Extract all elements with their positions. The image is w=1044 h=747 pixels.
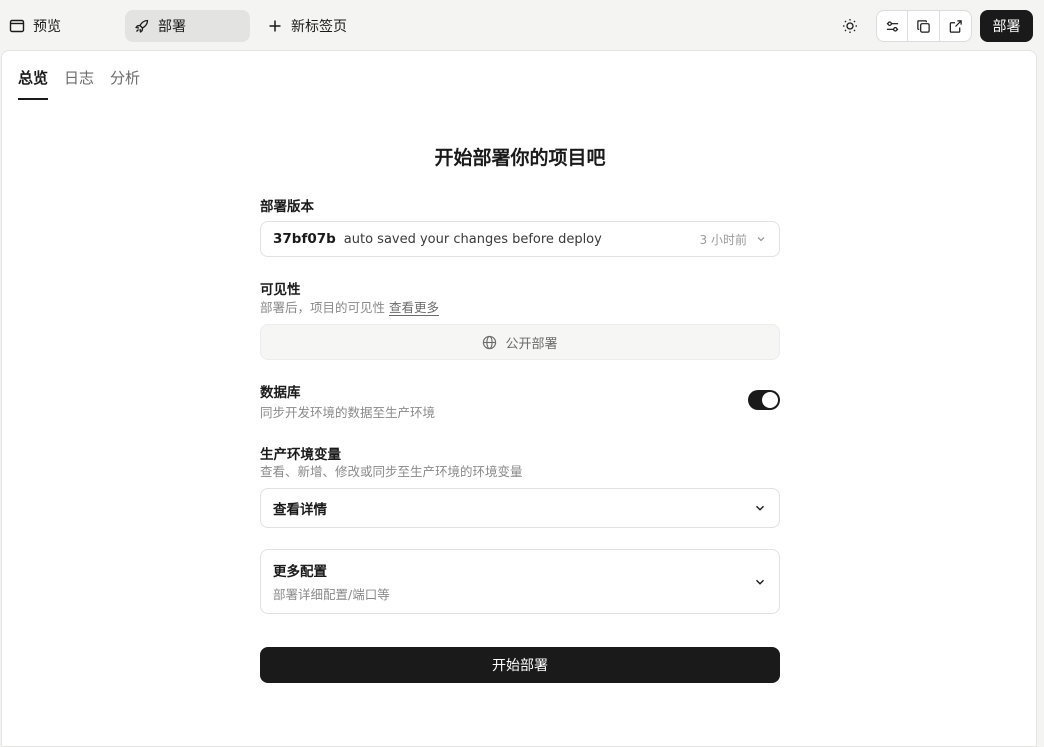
version-select[interactable]: 37bf07b auto saved your changes before d… xyxy=(260,221,780,257)
start-deploy-button[interactable]: 开始部署 xyxy=(260,647,780,683)
database-sync-toggle[interactable] xyxy=(748,390,780,410)
visibility-value: 公开部署 xyxy=(505,336,558,352)
more-config-title: 更多配置 xyxy=(273,564,327,580)
theme-toggle-button[interactable] xyxy=(837,13,863,39)
learn-more-link[interactable]: 查看更多 xyxy=(389,300,439,315)
new-tab-button[interactable]: 新标签页 xyxy=(259,10,355,42)
commit-hash: 37bf07b xyxy=(273,231,336,247)
commit-message: auto saved your changes before deploy xyxy=(343,231,602,247)
database-label: 数据库 xyxy=(260,385,301,401)
chevron-down-icon xyxy=(757,237,765,242)
more-config-collapse[interactable]: 更多配置 部署详细配置/端口等 xyxy=(260,549,780,614)
visibility-public-option[interactable]: 公开部署 xyxy=(260,324,780,360)
env-label: 生产环境变量 xyxy=(260,447,341,463)
env-details-label: 查看详情 xyxy=(273,502,327,518)
database-desc: 同步开发环境的数据至生产环境 xyxy=(260,405,436,420)
visibility-label: 可见性 xyxy=(260,282,301,298)
page-title: 开始部署你的项目吧 xyxy=(434,147,606,169)
visibility-desc: 部署后，项目的可见性 查看更多 xyxy=(260,297,439,316)
external-link-icon xyxy=(949,19,962,33)
globe-icon xyxy=(483,335,497,349)
rocket-icon xyxy=(135,19,149,33)
toggle-knob xyxy=(762,392,778,408)
env-details-collapse[interactable]: 查看详情 xyxy=(260,488,780,528)
subtab-logs[interactable]: 日志 xyxy=(64,67,94,100)
top-bar: 预览 部署 新标签页 部署 xyxy=(0,0,1044,50)
copy-button[interactable] xyxy=(908,11,940,41)
more-config-text: 更多配置 部署详细配置/端口等 xyxy=(273,560,753,603)
tab-deploy[interactable]: 部署 xyxy=(125,10,250,42)
settings-button[interactable] xyxy=(877,11,909,41)
tab-label: 预览 xyxy=(33,19,61,35)
toolbar-button-group xyxy=(876,10,972,42)
deploy-panel: 总览 日志 分析 开始部署你的项目吧 部署版本 37bf07b auto sav… xyxy=(1,50,1037,747)
deploy-button[interactable]: 部署 xyxy=(980,10,1033,42)
commit-time: 3 小时前 xyxy=(699,232,747,247)
version-label: 部署版本 xyxy=(260,199,314,215)
chevron-down-icon xyxy=(756,579,764,585)
copy-icon xyxy=(917,19,930,33)
tab-label: 部署 xyxy=(158,19,186,35)
visibility-desc-text: 部署后，项目的可见性 xyxy=(260,300,386,315)
subtab-analytics[interactable]: 分析 xyxy=(110,67,140,100)
tab-label: 新标签页 xyxy=(291,19,347,35)
env-desc: 查看、新增、修改或同步至生产环境的环境变量 xyxy=(260,464,523,479)
chevron-down-icon xyxy=(756,505,764,511)
tab-preview[interactable]: 预览 xyxy=(1,10,69,42)
sub-tabs: 总览 日志 分析 xyxy=(18,67,140,100)
plus-icon xyxy=(269,20,281,32)
open-external-button[interactable] xyxy=(940,11,971,41)
sun-icon xyxy=(843,19,857,33)
window-icon xyxy=(9,19,25,33)
subtab-overview[interactable]: 总览 xyxy=(18,67,49,100)
more-config-desc: 部署详细配置/端口等 xyxy=(273,587,390,602)
sliders-icon xyxy=(886,20,898,32)
